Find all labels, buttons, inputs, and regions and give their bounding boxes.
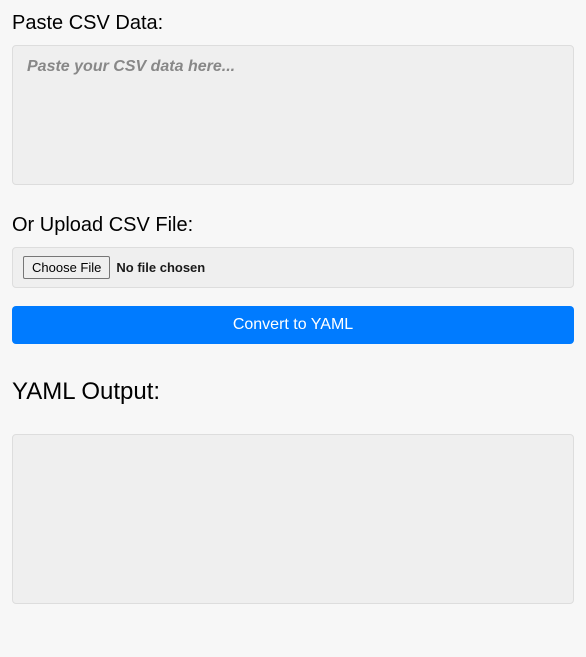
paste-section: Paste CSV Data: <box>12 12 574 214</box>
choose-file-button[interactable]: Choose File <box>23 256 110 279</box>
file-upload-box[interactable]: Choose File No file chosen <box>12 247 574 288</box>
upload-section: Or Upload CSV File: Choose File No file … <box>12 214 574 288</box>
convert-to-yaml-button[interactable]: Convert to YAML <box>12 306 574 344</box>
file-status-text: No file chosen <box>116 260 205 275</box>
paste-csv-label: Paste CSV Data: <box>12 12 574 35</box>
output-section: YAML Output: <box>12 378 574 604</box>
csv-textarea[interactable] <box>12 45 574 185</box>
yaml-output-heading: YAML Output: <box>12 378 574 406</box>
yaml-output-area[interactable] <box>12 434 574 604</box>
upload-csv-label: Or Upload CSV File: <box>12 214 574 237</box>
